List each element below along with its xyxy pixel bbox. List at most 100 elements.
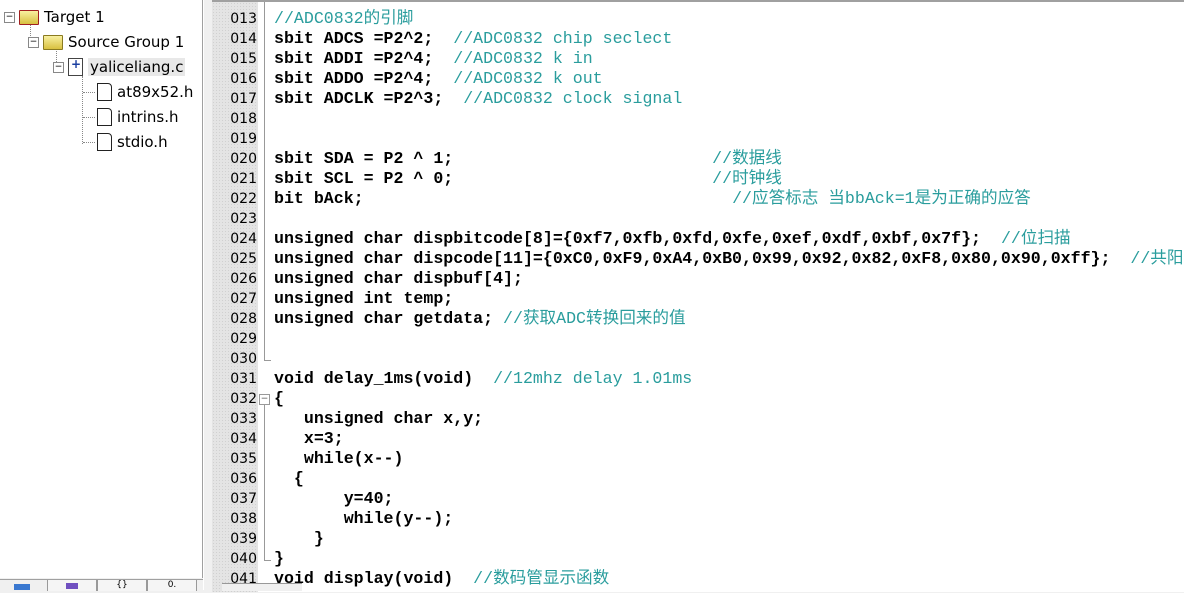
line-number: 034 <box>230 431 257 447</box>
code-comment: //ADC0832 k out <box>453 69 603 88</box>
books-icon <box>66 583 78 589</box>
tree-node-source-file[interactable]: − yaliceliang.c <box>53 56 186 78</box>
folder-open-icon <box>43 34 63 50</box>
code-line[interactable]: } <box>274 549 284 569</box>
code-comment: //应答标志 当bbAck=1是为正确的应答 <box>732 189 1031 208</box>
collapse-icon[interactable]: − <box>53 61 64 73</box>
line-number: 017 <box>230 91 257 107</box>
code-line[interactable]: bit bAck; //应答标志 当bbAck=1是为正确的应答 <box>274 189 1031 209</box>
line-number: 035 <box>230 451 257 467</box>
tab-templates[interactable]: 0. <box>147 580 197 591</box>
line-number: 040 <box>230 551 257 567</box>
line-number: 039 <box>230 531 257 547</box>
line-number: 021 <box>230 171 257 187</box>
code-comment: //位扫描 <box>1000 229 1071 248</box>
line-number: 031 <box>230 371 257 387</box>
source-file-label: yaliceliang.c <box>88 58 186 76</box>
code-editor[interactable]: 013 //ADC0832的引脚 014 sbit ADCS =P2^2; //ADC… <box>212 0 1184 592</box>
code-line[interactable]: void delay_1ms(void) //12mhz delay 1.01m… <box>274 369 692 389</box>
tree-node-include[interactable]: at89x52.h <box>97 81 193 103</box>
tree-node-include[interactable]: intrins.h <box>97 106 179 128</box>
target-label: Target 1 <box>44 8 105 26</box>
fold-collapse-icon[interactable]: − <box>259 394 270 405</box>
line-number: 038 <box>230 511 257 527</box>
tab-project[interactable] <box>0 580 44 591</box>
code-line[interactable]: } <box>274 529 324 549</box>
code-line[interactable]: sbit ADDO =P2^4; //ADC0832 k out <box>274 69 603 89</box>
line-number: 013 <box>230 11 257 27</box>
templates-icon: 0. <box>167 580 177 590</box>
tree-node-target[interactable]: − Target 1 <box>4 6 105 28</box>
code-line[interactable]: void display(void) //数码管显示函数 <box>274 569 609 589</box>
code-line[interactable]: { <box>274 389 284 409</box>
code-comment: //数码管显示函数 <box>473 569 610 588</box>
code-line[interactable]: { <box>274 469 304 489</box>
line-number: 026 <box>230 271 257 287</box>
functions-icon: {} <box>116 580 128 590</box>
include-label: stdio.h <box>117 133 168 151</box>
code-comment: //12mhz delay 1.01ms <box>493 369 693 388</box>
code-line[interactable]: unsigned int temp; <box>274 289 453 309</box>
fold-end <box>264 554 271 561</box>
code-line[interactable]: x=3; <box>274 429 344 449</box>
code-line[interactable]: sbit SDA = P2 ^ 1; //数据线 <box>274 149 782 169</box>
line-number: 037 <box>230 491 257 507</box>
line-number: 030 <box>230 351 257 367</box>
project-icon <box>14 584 30 590</box>
collapse-icon[interactable]: − <box>28 36 39 48</box>
group-label: Source Group 1 <box>68 33 185 51</box>
code-comment: //ADC0832 chip seclect <box>453 29 673 48</box>
line-number: 036 <box>230 471 257 487</box>
project-tree[interactable]: − Target 1 − Source Group 1 − yalicelian… <box>0 0 203 578</box>
line-number: 018 <box>230 111 257 127</box>
fold-line <box>264 2 265 354</box>
line-number: 016 <box>230 71 257 87</box>
code-line[interactable]: sbit SCL = P2 ^ 0; //时钟线 <box>274 169 782 189</box>
line-number: 019 <box>230 131 257 147</box>
fold-line <box>264 405 265 555</box>
code-comment: //获取ADC转换回来的值 <box>503 309 686 328</box>
line-number: 029 <box>230 331 257 347</box>
code-comment: //数据线 <box>712 149 782 168</box>
code-line[interactable]: unsigned char dispcode[11]={0xC0,0xF9,0x… <box>274 249 1184 269</box>
code-comment: //时钟线 <box>712 169 782 188</box>
code-line[interactable]: while(y--); <box>274 509 454 529</box>
code-line[interactable]: unsigned char x,y; <box>274 409 483 429</box>
header-file-icon <box>97 83 112 101</box>
include-label: at89x52.h <box>117 83 194 101</box>
line-number: 032 <box>230 391 257 407</box>
collapse-icon[interactable]: − <box>4 11 15 23</box>
header-file-icon <box>97 133 112 151</box>
code-line[interactable]: sbit ADDI =P2^4; //ADC0832 k in <box>274 49 593 69</box>
line-number: 020 <box>230 151 257 167</box>
code-line[interactable]: y=40; <box>274 489 394 509</box>
c-file-icon <box>68 57 83 76</box>
line-number: 027 <box>230 291 257 307</box>
code-line[interactable]: sbit ADCS =P2^2; //ADC0832 chip seclect <box>274 29 672 49</box>
line-number: 024 <box>230 231 257 247</box>
code-line[interactable]: unsigned char dispbuf[4]; <box>274 269 523 289</box>
tab-functions[interactable]: {} <box>97 580 147 591</box>
code-comment: //共阳 <box>1130 249 1184 268</box>
line-number: 028 <box>230 311 257 327</box>
tree-node-source-group[interactable]: − Source Group 1 <box>28 31 184 53</box>
line-number: 025 <box>230 251 257 267</box>
project-panel-tabs: {} 0. <box>0 579 203 591</box>
line-number: 022 <box>230 191 257 207</box>
code-comment: //ADC0832的引脚 <box>274 9 414 28</box>
code-comment: //ADC0832 clock signal <box>463 89 683 108</box>
code-comment: //ADC0832 k in <box>453 49 593 68</box>
fold-end <box>264 354 271 361</box>
code-line[interactable]: //ADC0832的引脚 <box>274 9 413 29</box>
code-line[interactable]: while(x--) <box>274 449 404 469</box>
line-number: 015 <box>230 51 257 67</box>
line-number: 023 <box>230 211 257 227</box>
header-file-icon <box>97 108 112 126</box>
include-label: intrins.h <box>117 108 179 126</box>
tab-books[interactable] <box>47 580 97 591</box>
line-number: 033 <box>230 411 257 427</box>
tree-node-include[interactable]: stdio.h <box>97 131 168 153</box>
code-line[interactable]: sbit ADCLK =P2^3; //ADC0832 clock signal <box>274 89 682 109</box>
code-line[interactable]: unsigned char dispbitcode[8]={0xf7,0xfb,… <box>274 229 1071 249</box>
code-line[interactable]: unsigned char getdata; //获取ADC转换回来的值 <box>274 309 686 329</box>
